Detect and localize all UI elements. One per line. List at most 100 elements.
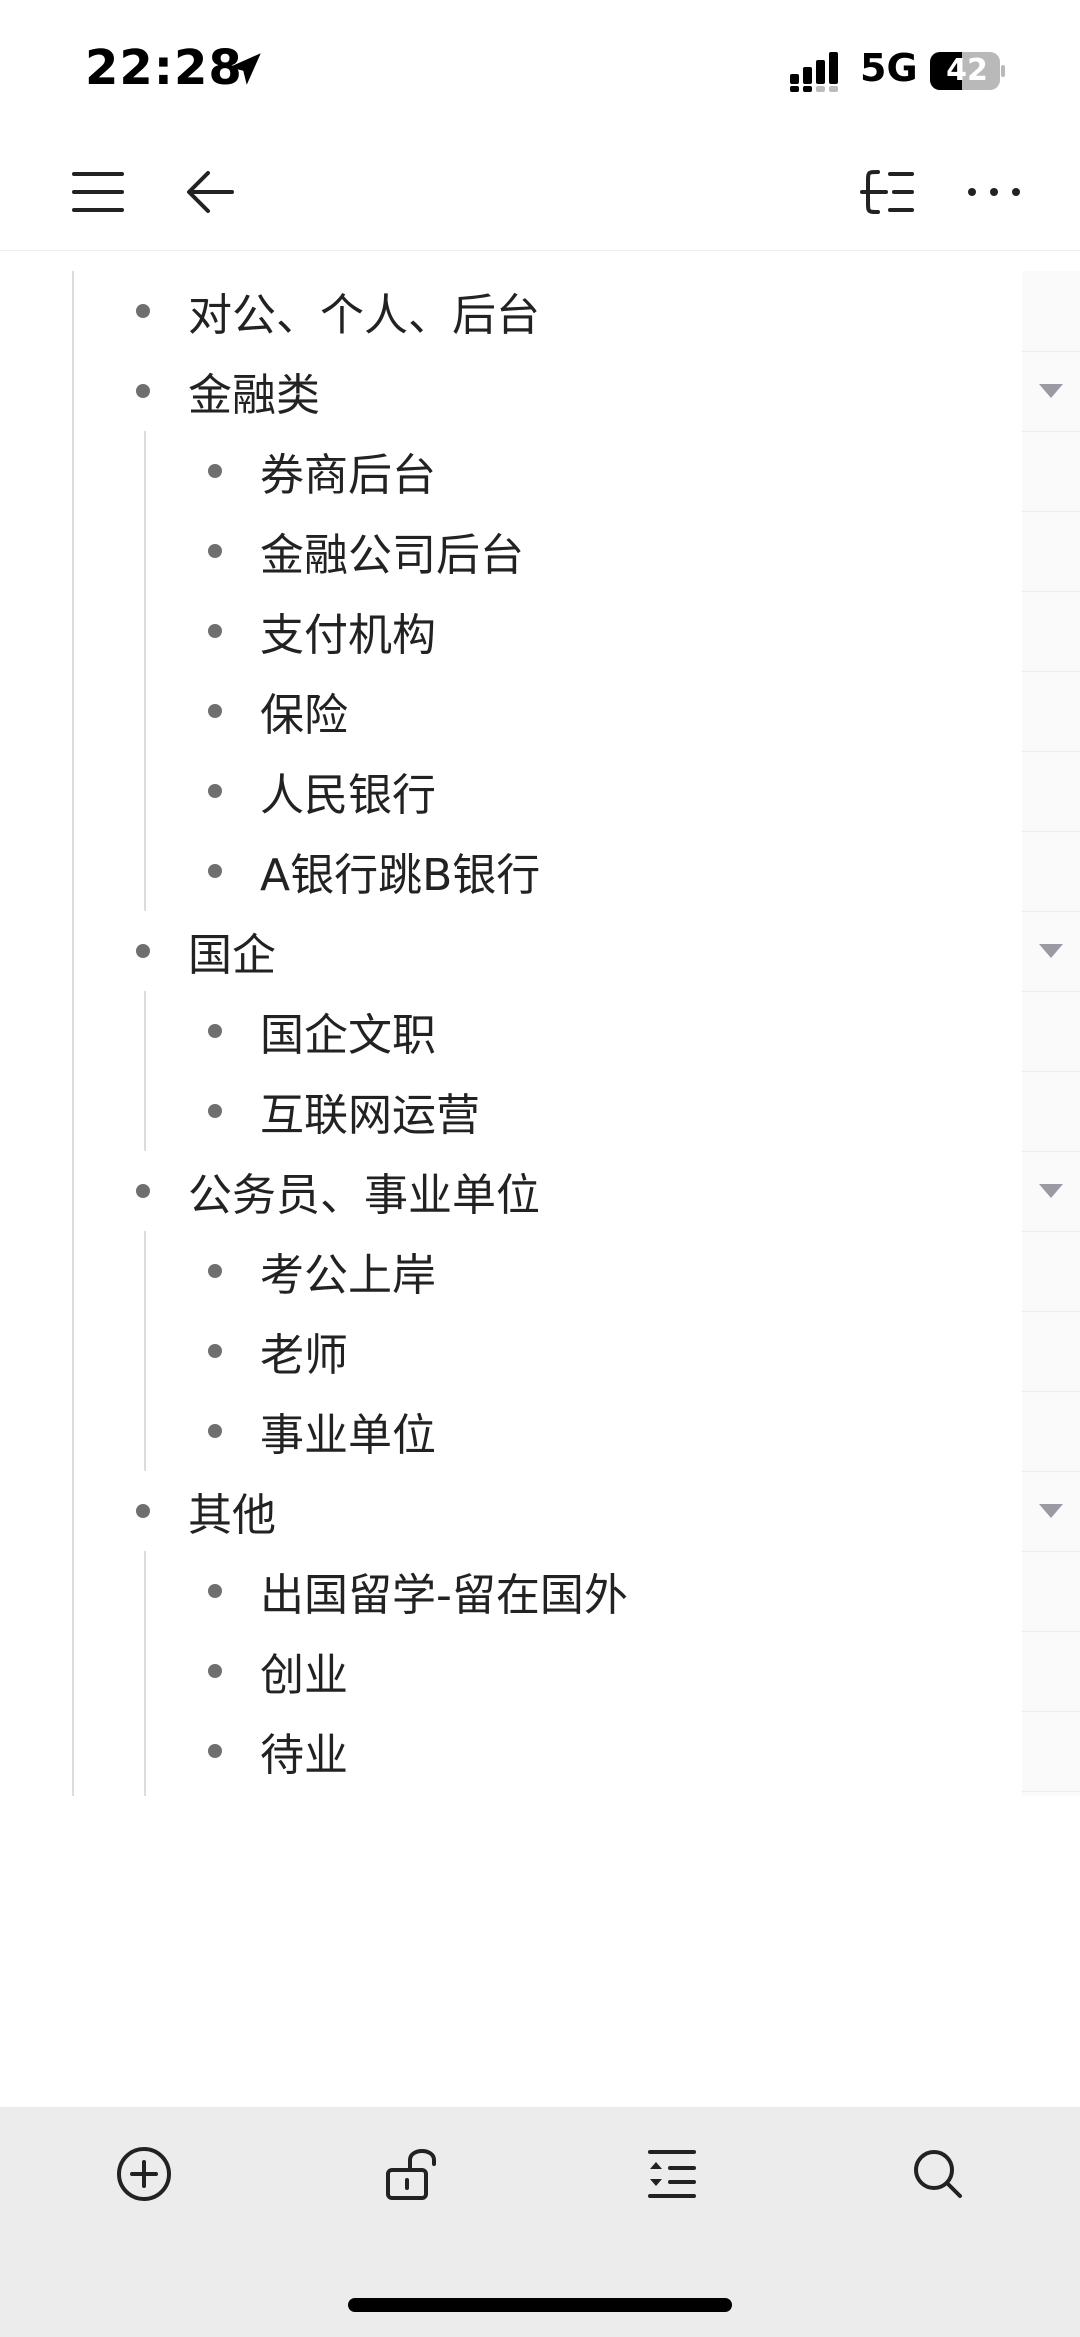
child-guide-line xyxy=(144,1231,146,1471)
outline-subitem[interactable]: 券商后台 xyxy=(208,431,436,511)
back-arrow-icon[interactable] xyxy=(178,160,242,224)
child-guide-line xyxy=(144,991,146,1151)
outline-item-text[interactable]: 人民银行 xyxy=(260,759,436,823)
outline-item-text[interactable]: 事业单位 xyxy=(260,1399,436,1463)
outline-subitem[interactable]: A银行跳B银行 xyxy=(208,831,540,911)
stripe-divider xyxy=(1022,351,1080,352)
outline-subitem[interactable]: 老师 xyxy=(208,1311,348,1391)
outline-subitem[interactable]: 支付机构 xyxy=(208,591,436,671)
bullet-dot[interactable] xyxy=(136,944,150,958)
outline-item-text[interactable]: 创业 xyxy=(260,1639,348,1703)
outline-item-text[interactable]: A银行跳B银行 xyxy=(260,839,540,903)
bullet-dot[interactable] xyxy=(208,1424,222,1438)
outline-subitem[interactable]: 人民银行 xyxy=(208,751,436,831)
mindmap-icon[interactable] xyxy=(856,160,920,224)
collapse-triangle-icon[interactable] xyxy=(1035,939,1067,963)
outline-item-text[interactable]: 券商后台 xyxy=(260,439,436,503)
outline-item-text[interactable]: 保险 xyxy=(260,679,348,743)
bullet-dot[interactable] xyxy=(208,1584,222,1598)
outline-subitem[interactable]: 事业单位 xyxy=(208,1391,436,1471)
outline-subitem[interactable]: 出国留学-留在国外 xyxy=(208,1551,628,1631)
stripe-divider xyxy=(1022,1631,1080,1632)
bullet-dot[interactable] xyxy=(136,384,150,398)
outline-item-text[interactable]: 老师 xyxy=(260,1319,348,1383)
bullet-dot[interactable] xyxy=(208,1104,222,1118)
bullet-dot[interactable] xyxy=(208,624,222,638)
outline-subitem[interactable]: 待业 xyxy=(208,1711,348,1791)
bullet-dot[interactable] xyxy=(208,1744,222,1758)
outline-item[interactable]: 金融类 xyxy=(136,351,320,431)
outline-item-text[interactable]: 其他 xyxy=(188,1479,276,1543)
bullet-dot[interactable] xyxy=(208,1024,222,1038)
collapse-triangle-icon[interactable] xyxy=(1035,379,1067,403)
bullet-dot[interactable] xyxy=(208,784,222,798)
outline-item[interactable]: 其他 xyxy=(136,1471,276,1551)
bullet-dot[interactable] xyxy=(136,1184,150,1198)
collapse-triangle-icon[interactable] xyxy=(1035,1179,1067,1203)
outline-item-text[interactable]: 金融类 xyxy=(188,359,320,423)
stripe-divider xyxy=(1022,1711,1080,1712)
top-toolbar xyxy=(0,140,1080,251)
stripe-divider xyxy=(1022,1551,1080,1552)
stripe-divider xyxy=(1022,991,1080,992)
outline-item-text[interactable]: 对公、个人、后台 xyxy=(188,279,540,343)
stripe-divider xyxy=(1022,911,1080,912)
stripe-divider xyxy=(1022,1471,1080,1472)
stripe-divider xyxy=(1022,1071,1080,1072)
bullet-dot[interactable] xyxy=(208,1264,222,1278)
bullet-dot[interactable] xyxy=(208,544,222,558)
stripe-divider xyxy=(1022,1311,1080,1312)
stripe-divider xyxy=(1022,1151,1080,1152)
outline-item[interactable]: 国企 xyxy=(136,911,276,991)
outline-item-text[interactable]: 国企文职 xyxy=(260,999,436,1063)
bullet-dot[interactable] xyxy=(136,304,150,318)
stripe-divider xyxy=(1022,1791,1080,1792)
search-icon[interactable] xyxy=(906,2142,970,2206)
outline-subitem[interactable]: 考公上岸 xyxy=(208,1231,436,1311)
bullet-dot[interactable] xyxy=(208,1344,222,1358)
stripe-divider xyxy=(1022,431,1080,432)
outline-subitem[interactable]: 互联网运营 xyxy=(208,1071,480,1151)
outline-item-text[interactable]: 国企 xyxy=(188,919,276,983)
child-guide-line xyxy=(144,431,146,911)
add-icon[interactable] xyxy=(112,2142,176,2206)
outline-item-text[interactable]: 支付机构 xyxy=(260,599,436,663)
stripe-divider xyxy=(1022,1391,1080,1392)
network-type: 5G xyxy=(860,46,918,90)
stripe-divider xyxy=(1022,591,1080,592)
outline-item-text[interactable]: 出国留学-留在国外 xyxy=(260,1559,628,1623)
more-icon[interactable] xyxy=(962,160,1026,224)
bullet-dot[interactable] xyxy=(208,864,222,878)
outline-item[interactable]: 公务员、事业单位 xyxy=(136,1151,540,1231)
status-bar: 22:28 5G 42 xyxy=(0,0,1080,140)
location-arrow-icon xyxy=(229,53,261,85)
battery-level: 42 xyxy=(946,53,988,88)
stripe-divider xyxy=(1022,751,1080,752)
outline-item-text[interactable]: 互联网运营 xyxy=(260,1079,480,1143)
outline-item-text[interactable]: 公务员、事业单位 xyxy=(188,1159,540,1223)
indent-icon[interactable] xyxy=(640,2142,704,2206)
outline-subitem[interactable]: 创业 xyxy=(208,1631,348,1711)
collapse-triangle-icon[interactable] xyxy=(1035,1499,1067,1523)
unlock-icon[interactable] xyxy=(380,2142,444,2206)
outline-document: 对公、个人、后台 金融类 券商后台 金融公司后台 支付机构 保险 人民银行 A银行跳B银行 国企… xyxy=(0,251,1080,1796)
home-indicator xyxy=(348,2298,732,2312)
stripe-divider xyxy=(1022,671,1080,672)
menu-icon[interactable] xyxy=(66,160,130,224)
outline-subitem[interactable]: 国企文职 xyxy=(208,991,436,1071)
outline-item-text[interactable]: 待业 xyxy=(260,1719,348,1783)
stripe-divider xyxy=(1022,831,1080,832)
bullet-dot[interactable] xyxy=(208,1664,222,1678)
outline-subitem[interactable]: 金融公司后台 xyxy=(208,511,524,591)
stripe-divider xyxy=(1022,511,1080,512)
outline-subitem[interactable]: 保险 xyxy=(208,671,348,751)
child-guide-line xyxy=(144,1551,146,1796)
outline-item-text[interactable]: 考公上岸 xyxy=(260,1239,436,1303)
signal-icon xyxy=(790,52,838,92)
outline-item-text[interactable]: 金融公司后台 xyxy=(260,519,524,583)
bullet-dot[interactable] xyxy=(136,1504,150,1518)
bullet-dot[interactable] xyxy=(208,704,222,718)
side-stripe xyxy=(1022,271,1080,1796)
outline-item[interactable]: 对公、个人、后台 xyxy=(136,271,540,351)
bullet-dot[interactable] xyxy=(208,464,222,478)
